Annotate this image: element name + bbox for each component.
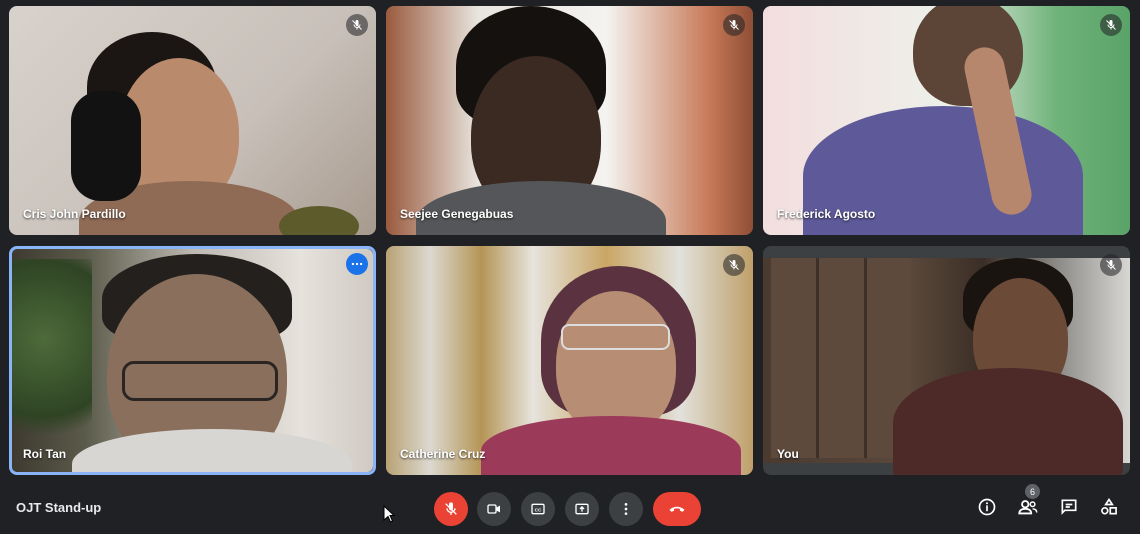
people-button[interactable]: 6 [1015,484,1041,520]
svg-text:CC: CC [535,507,542,512]
mouse-cursor-icon [383,505,395,523]
participant-video [9,6,376,235]
muted-mic-icon [1100,14,1122,36]
participant-tile-roi[interactable]: Roi Tan [9,246,376,475]
participant-video [386,6,753,235]
more-options-button[interactable] [609,492,643,526]
chat-icon [1061,499,1077,515]
participant-name: You [777,447,799,461]
participant-name: Seejee Genegabuas [400,207,514,221]
participant-tile-catherine[interactable]: Catherine Cruz [386,246,753,475]
muted-mic-icon [723,254,745,276]
participant-tile-seejee[interactable]: Seejee Genegabuas [386,6,753,235]
captions-icon: CC [531,503,545,515]
muted-mic-icon [1100,254,1122,276]
participant-name: Catherine Cruz [400,447,486,461]
video-grid: Cris John Pardillo Seejee Genegabuas Fre… [0,0,1140,480]
call-end-icon [669,506,685,512]
activities-icon [1101,497,1117,515]
muted-mic-icon [346,14,368,36]
participant-count-badge: 6 [1025,484,1040,499]
more-vert-icon [624,503,628,515]
camera-toggle-button[interactable] [477,492,511,526]
chat-button[interactable] [1056,494,1082,520]
participant-video [12,249,373,472]
present-now-button[interactable] [565,492,599,526]
meeting-details-button[interactable] [974,494,1000,520]
info-icon [978,498,996,516]
more-options-icon[interactable] [346,253,368,275]
muted-mic-icon [723,14,745,36]
participant-video [763,258,1130,475]
participant-tile-you[interactable]: You [763,246,1130,475]
participant-tile-frederick[interactable]: Frederick Agosto [763,6,1130,235]
meeting-title: OJT Stand-up [16,500,102,515]
participant-name: Roi Tan [23,447,67,461]
people-icon [1018,500,1038,515]
captions-button[interactable]: CC [521,492,555,526]
leave-call-button[interactable] [653,492,701,526]
meeting-toolbar: OJT Stand-up CC 6 [0,480,1140,534]
participant-video [386,246,753,475]
mic-toggle-button[interactable] [434,492,468,526]
present-screen-icon [575,503,589,515]
participant-name: Cris John Pardillo [23,207,126,221]
participant-tile-cris[interactable]: Cris John Pardillo [9,6,376,235]
participant-name: Frederick Agosto [777,207,876,221]
mic-off-icon [445,502,457,515]
videocam-icon [487,504,500,514]
participant-video [763,6,1130,235]
activities-button[interactable] [1096,494,1122,520]
